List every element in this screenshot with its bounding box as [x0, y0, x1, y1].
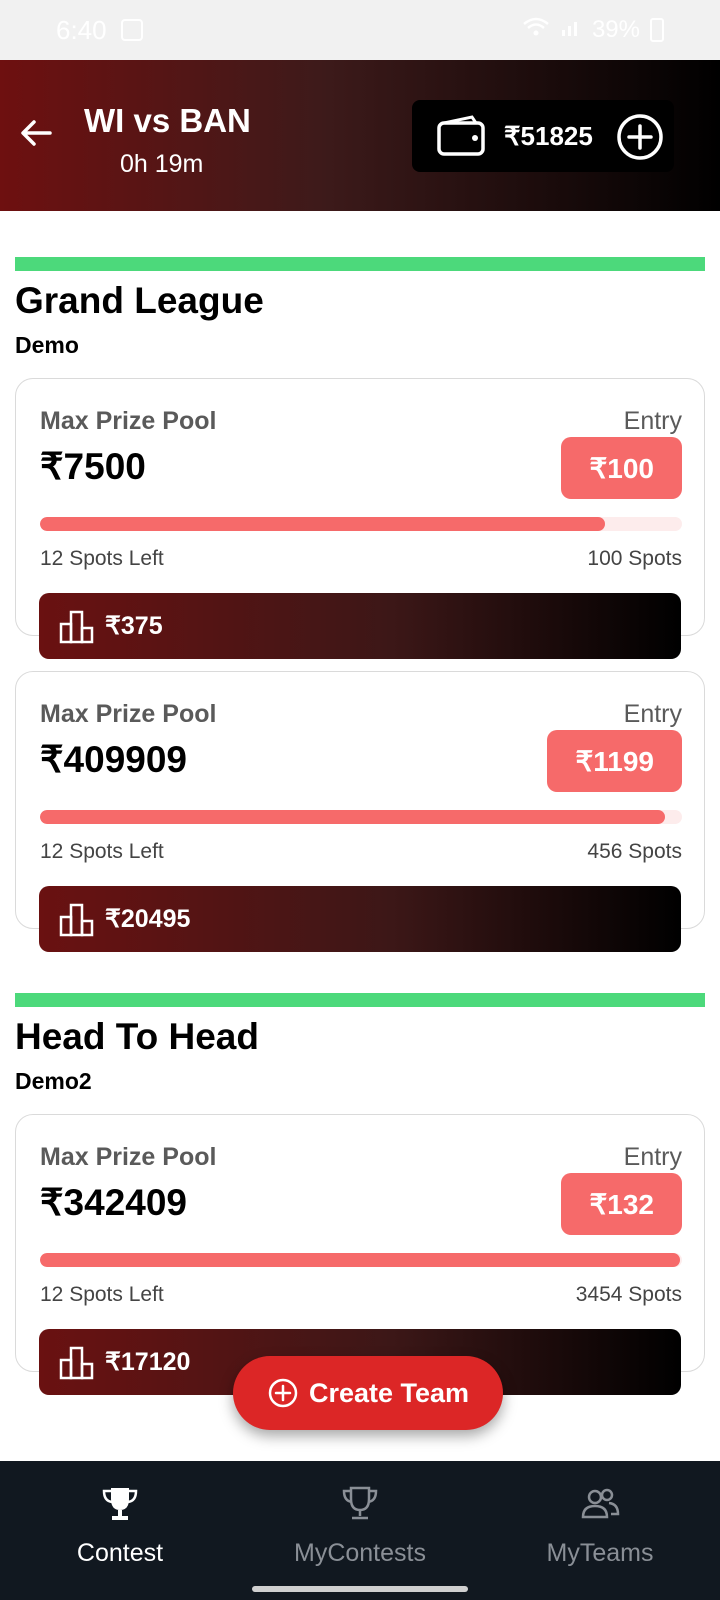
spots-total: 3454 Spots [575, 1283, 682, 1306]
prize-pool-label: Max Prize Pool [40, 1143, 217, 1171]
section-divider [15, 257, 705, 271]
status-time: 6:40 [56, 14, 107, 45]
match-countdown: 0h 19m [120, 150, 204, 178]
spots-left: 12 Spots Left [40, 840, 164, 863]
signal-icon [560, 16, 582, 45]
status-bar: 6:40 39% [0, 0, 720, 60]
first-prize-value: ₹20495 [105, 905, 191, 933]
prize-pool-value: ₹409909 [40, 739, 188, 780]
spots-progress-fill [40, 517, 605, 531]
people-icon [581, 1488, 620, 1519]
nav-label-mycontests: MyContests [294, 1539, 426, 1567]
entry-fee-button[interactable]: ₹100 [561, 437, 682, 499]
wifi-icon [522, 16, 550, 45]
gallery-icon [120, 19, 143, 41]
podium-icon [59, 610, 94, 644]
create-team-label: Create Team [308, 1377, 470, 1408]
spots-progress-bar [40, 517, 682, 531]
entry-fee-button[interactable]: ₹132 [561, 1173, 682, 1235]
prize-pool-value: ₹7500 [40, 446, 146, 487]
battery-icon [650, 18, 664, 42]
prize-pool-label: Max Prize Pool [40, 700, 217, 728]
nav-item-mycontests[interactable]: MyContests [240, 1483, 480, 1568]
podium-icon [59, 903, 94, 937]
battery-percent: 39% [591, 16, 640, 43]
entry-fee-button[interactable]: ₹1199 [547, 730, 682, 792]
spots-total: 456 Spots [587, 840, 682, 863]
trophy-icon [102, 1488, 138, 1520]
nav-label-myteams: MyTeams [546, 1539, 654, 1567]
first-prize-value: ₹375 [105, 612, 163, 640]
spots-progress-bar [40, 810, 682, 824]
entry-label: Entry [623, 700, 682, 728]
bottom-navigation: Contest MyContests MyTeams [0, 1461, 720, 1600]
nav-item-myteams[interactable]: MyTeams [480, 1483, 720, 1568]
spots-left: 12 Spots Left [40, 1283, 164, 1306]
spots-total: 100 Spots [587, 547, 682, 570]
wallet-button[interactable]: ₹51825 [412, 100, 674, 172]
first-prize-value: ₹17120 [105, 1348, 191, 1376]
first-prize-bar[interactable]: ₹375 [39, 593, 681, 659]
wallet-balance: ₹51825 [504, 120, 593, 151]
wallet-icon [437, 115, 485, 156]
spots-progress-fill [40, 810, 666, 824]
spots-left: 12 Spots Left [40, 547, 164, 570]
entry-label: Entry [623, 1143, 682, 1171]
nav-item-contest[interactable]: Contest [0, 1483, 240, 1568]
home-indicator[interactable] [252, 1586, 468, 1592]
match-header: WI vs BAN 0h 19m ₹51825 [0, 60, 720, 211]
plus-circle-icon [268, 1378, 298, 1408]
entry-label: Entry [623, 407, 682, 435]
create-team-button[interactable]: Create Team [233, 1356, 503, 1430]
podium-icon [59, 1346, 94, 1380]
section-title: Head To Head [15, 1016, 259, 1057]
spots-progress-bar [40, 1253, 682, 1267]
section-title: Grand League [15, 280, 264, 321]
section-subtitle: Demo2 [15, 1068, 92, 1094]
nav-label-contest: Contest [76, 1539, 164, 1567]
prize-pool-label: Max Prize Pool [40, 407, 217, 435]
back-arrow-icon[interactable] [18, 115, 54, 151]
spots-progress-fill [40, 1253, 681, 1267]
section-subtitle: Demo [15, 332, 79, 358]
match-title: WI vs BAN [84, 102, 251, 139]
section-divider [15, 993, 705, 1007]
prize-pool-value: ₹342409 [40, 1182, 188, 1223]
trophy-outline-icon [342, 1486, 378, 1520]
add-money-icon[interactable] [616, 113, 664, 161]
first-prize-bar[interactable]: ₹20495 [39, 886, 681, 952]
